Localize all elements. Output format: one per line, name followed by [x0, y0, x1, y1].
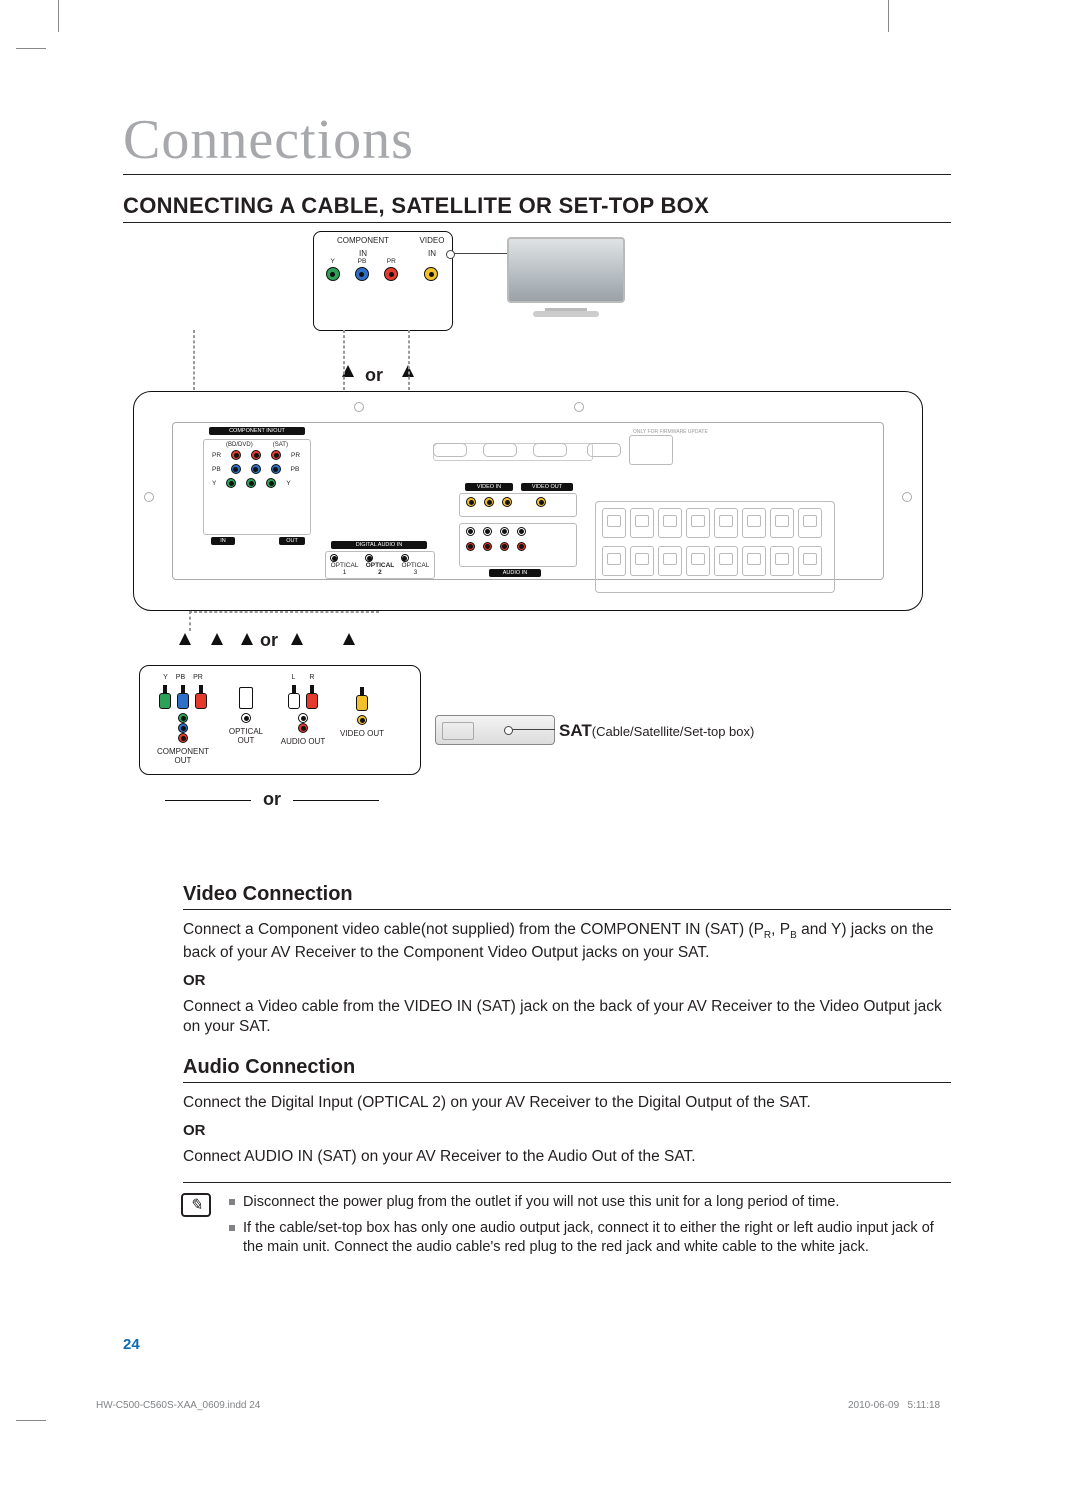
page-number: 24: [123, 1336, 140, 1353]
rcv-bddvd-label: (BD/DVD): [226, 442, 253, 448]
optical-plug-icon: [239, 687, 253, 709]
rcv-out-label: OUT: [279, 537, 305, 545]
speaker-out-block: [595, 501, 835, 593]
rca-y-icon: [159, 685, 171, 709]
video-p1: Connect a Component video cable(not supp…: [183, 920, 951, 964]
rcv-in-label: IN: [211, 537, 235, 545]
footer-datetime: 2010-06-09 5:11:18: [848, 1400, 940, 1411]
arrow-up-icon: [343, 633, 355, 645]
video-connection-title: Video Connection: [183, 883, 951, 910]
note-2: If the cable/set-top box has only one au…: [229, 1219, 951, 1258]
rcv-audio-in-label: AUDIO IN: [489, 569, 541, 577]
tv-input-panel: COMPONENT IN Y PB PR VIDEO IN: [313, 231, 453, 331]
jack-video-icon: [357, 715, 367, 725]
jack-optical-icon: [241, 713, 251, 723]
rca-pb-icon: [177, 685, 189, 709]
video-p2: Connect a Video cable from the VIDEO IN …: [183, 997, 951, 1039]
rca-video-icon: [356, 687, 368, 711]
video-or: OR: [183, 972, 951, 989]
jack-y-icon: [326, 267, 340, 281]
sat-optical-out-label: OPTICAL OUT: [226, 727, 266, 745]
or-text: or: [260, 630, 278, 651]
chapter-title: Connections: [123, 108, 951, 175]
audio-p1: Connect the Digital Input (OPTICAL 2) on…: [183, 1093, 951, 1114]
component-label: COMPONENT: [314, 236, 412, 245]
sat-callout-line: [509, 729, 555, 730]
arrow-up-icon: [241, 633, 253, 645]
sat-video-out-label: VIDEO OUT: [340, 729, 384, 738]
note-1: Disconnect the power plug from the outle…: [229, 1193, 951, 1213]
rca-r-icon: [306, 685, 318, 709]
arrow-up-icon: [179, 633, 191, 645]
sat-label: SAT(Cable/Satellite/Set-top box): [559, 721, 754, 741]
section-title: CONNECTING A CABLE, SATELLITE OR SET-TOP…: [123, 193, 951, 223]
pr-label: PR: [387, 258, 396, 265]
sat-component-out-label: COMPONENT OUT: [148, 747, 218, 765]
rcv-component-label: COMPONENT IN/OUT: [209, 427, 305, 435]
connection-diagram: COMPONENT IN Y PB PR VIDEO IN TV: [133, 235, 961, 865]
rcv-sat-label: (SAT): [273, 442, 288, 448]
arrow-up-icon: [291, 633, 303, 645]
pb-label: PB: [358, 258, 367, 265]
tv-icon: [501, 235, 631, 321]
audio-p2: Connect AUDIO IN (SAT) on your AV Receiv…: [183, 1147, 951, 1168]
audio-or: OR: [183, 1122, 951, 1139]
jack-video-icon: [424, 267, 438, 281]
audio-connection-title: Audio Connection: [183, 1056, 951, 1083]
component-in-label: IN: [314, 249, 412, 258]
sat-label-bold: SAT: [559, 721, 592, 740]
arrow-up-icon: [211, 633, 223, 645]
note-icon: ✎: [181, 1193, 211, 1217]
jack-pr-icon: [384, 267, 398, 281]
rcv-digital-audio-label: DIGITAL AUDIO IN: [331, 541, 427, 549]
notes-section: ✎ Disconnect the power plug from the out…: [183, 1182, 951, 1258]
or-text: or: [263, 789, 281, 810]
or-text: or: [365, 365, 383, 386]
sat-audio-out-label: AUDIO OUT: [281, 737, 325, 746]
rcv-video-out-label: VIDEO OUT: [521, 483, 573, 491]
footer-file: HW-C500-C560S-XAA_0609.indd 24: [96, 1400, 260, 1411]
settop-box-icon: [435, 715, 555, 745]
y-label: Y: [330, 258, 334, 265]
rca-pr-icon: [195, 685, 207, 709]
av-receiver-rear: COMPONENT IN/OUT (BD/DVD) (SAT) PRPR PBP…: [133, 391, 923, 611]
rca-l-icon: [288, 685, 300, 709]
video-label: VIDEO: [412, 236, 452, 245]
sat-output-panel: YPBPR COMPONENT OUT OPTICAL OUT LR: [139, 665, 421, 775]
sat-label-paren: (Cable/Satellite/Set-top box): [592, 724, 755, 739]
rcv-video-in-label: VIDEO IN: [465, 483, 513, 491]
jack-pb-icon: [355, 267, 369, 281]
